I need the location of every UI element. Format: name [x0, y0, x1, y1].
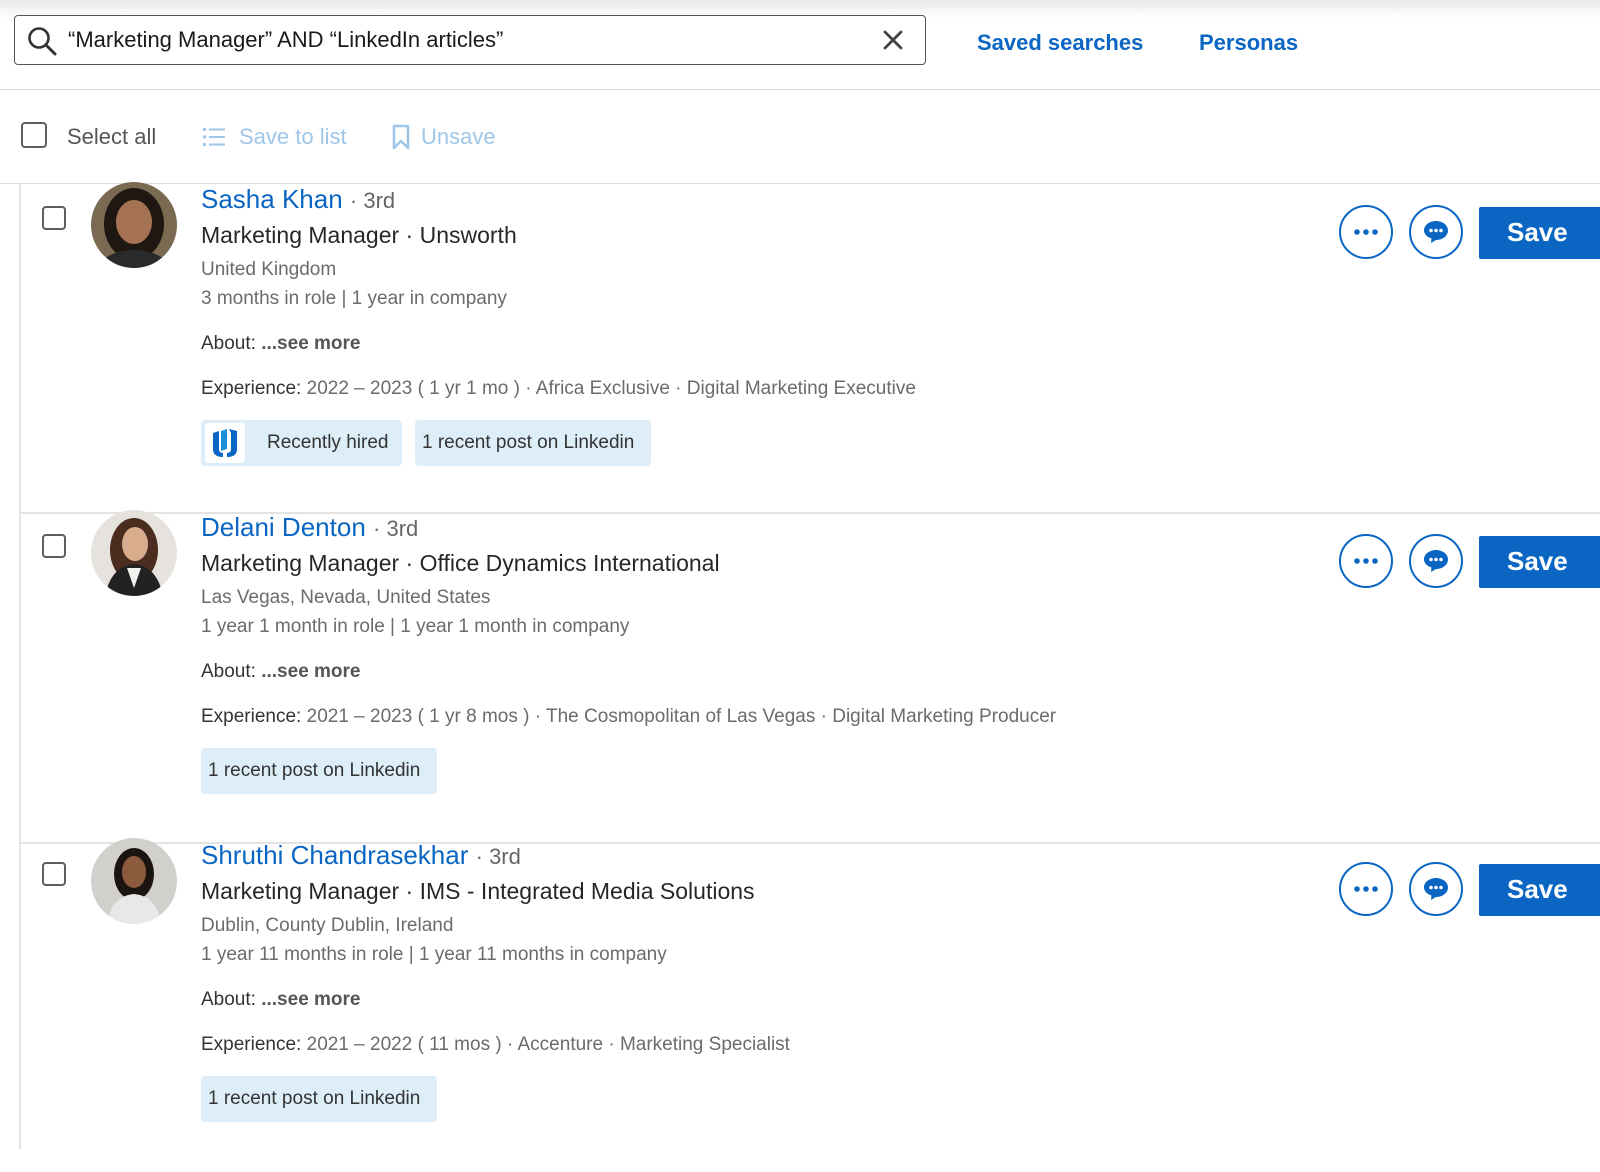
- connection-degree: · 3rd: [475, 844, 521, 869]
- message-button[interactable]: [1409, 205, 1463, 259]
- profile-name[interactable]: Shruthi Chandrasekhar · 3rd: [201, 840, 521, 871]
- chip-label: 1 recent post on Linkedin: [208, 760, 421, 781]
- result-card: Delani Denton · 3rd Marketing Manager · …: [21, 510, 1600, 844]
- recent-post-chip[interactable]: 1 recent post on Linkedin: [201, 1076, 437, 1122]
- search-box[interactable]: [14, 15, 926, 65]
- profile-name-text[interactable]: Delani Denton: [201, 512, 366, 542]
- experience-label: Experience:: [201, 1034, 302, 1055]
- more-actions-button[interactable]: [1339, 534, 1393, 588]
- about-label: About:: [201, 333, 256, 354]
- recently-hired-chip[interactable]: Recently hired: [201, 420, 402, 466]
- message-button[interactable]: [1409, 862, 1463, 916]
- role: Marketing Manager: [201, 550, 400, 576]
- see-more-link[interactable]: ...see more: [261, 661, 360, 682]
- save-button[interactable]: Save: [1479, 864, 1600, 916]
- profile-title: Marketing Manager · Office Dynamics Inte…: [201, 550, 720, 577]
- recent-post-chip[interactable]: 1 recent post on Linkedin: [201, 748, 437, 794]
- message-icon: [1424, 221, 1448, 243]
- result-checkbox[interactable]: [42, 862, 66, 886]
- message-icon: [1424, 550, 1448, 572]
- profile-name[interactable]: Sasha Khan · 3rd: [201, 184, 395, 215]
- experience: Experience: 2021 – 2023 ( 1 yr 8 mos ) ·…: [201, 706, 1056, 728]
- more-actions-button[interactable]: [1339, 862, 1393, 916]
- experience-detail: 2022 – 2023 ( 1 yr 1 mo ) · Africa Exclu…: [306, 378, 916, 399]
- experience: Experience: 2022 – 2023 ( 1 yr 1 mo ) · …: [201, 378, 916, 400]
- more-actions-button[interactable]: [1339, 205, 1393, 259]
- connection-degree: · 3rd: [349, 188, 396, 213]
- more-icon: [1354, 558, 1378, 564]
- see-more-link[interactable]: ...see more: [261, 989, 360, 1010]
- experience-detail: 2021 – 2023 ( 1 yr 8 mos ) · The Cosmopo…: [306, 706, 1057, 727]
- profile-name[interactable]: Delani Denton · 3rd: [201, 512, 418, 543]
- more-icon: [1354, 886, 1378, 892]
- result-checkbox[interactable]: [42, 206, 66, 230]
- bulk-actions-toolbar: Select all Save to list Unsave: [0, 90, 1600, 184]
- avatar[interactable]: [91, 838, 177, 924]
- top-search-bar: Saved searches Personas: [0, 0, 1600, 90]
- tenure: 3 months in role | 1 year in company: [201, 288, 507, 309]
- result-card: Sasha Khan · 3rd Marketing Manager · Uns…: [21, 182, 1600, 514]
- about: About: ...see more: [201, 661, 361, 683]
- location: United Kingdom: [201, 259, 337, 280]
- connection-degree: · 3rd: [373, 516, 419, 541]
- saved-searches-link[interactable]: Saved searches: [977, 30, 1143, 56]
- tenure: 1 year 11 months in role | 1 year 11 mon…: [201, 944, 667, 965]
- save-to-list-button[interactable]: Save to list: [239, 124, 347, 150]
- chip-label: 1 recent post on Linkedin: [208, 1088, 421, 1109]
- avatar[interactable]: [91, 510, 177, 596]
- experience-label: Experience:: [201, 706, 302, 727]
- profile-name-text[interactable]: Shruthi Chandrasekhar: [201, 840, 468, 870]
- more-icon: [1354, 229, 1378, 235]
- location: Las Vegas, Nevada, United States: [201, 587, 491, 608]
- role: Marketing Manager: [201, 222, 400, 248]
- chip-label: 1 recent post on Linkedin: [422, 432, 635, 453]
- results-list: Sasha Khan · 3rd Marketing Manager · Uns…: [19, 182, 1600, 1149]
- message-button[interactable]: [1409, 534, 1463, 588]
- recent-post-chip[interactable]: 1 recent post on Linkedin: [415, 420, 651, 466]
- profile-title: Marketing Manager · IMS - Integrated Med…: [201, 878, 755, 905]
- company-link[interactable]: · Unsworth: [406, 222, 517, 248]
- about: About: ...see more: [201, 989, 361, 1011]
- see-more-link[interactable]: ...see more: [261, 333, 360, 354]
- tenure: 1 year 1 month in role | 1 year 1 month …: [201, 616, 630, 637]
- save-button[interactable]: Save: [1479, 536, 1600, 588]
- bookmark-icon: [392, 124, 410, 150]
- list-icon: [203, 128, 225, 146]
- search-icon: [28, 27, 57, 56]
- location: Dublin, County Dublin, Ireland: [201, 915, 454, 936]
- select-all-checkbox[interactable]: [21, 122, 47, 148]
- result-card: Shruthi Chandrasekhar · 3rd Marketing Ma…: [21, 838, 1600, 1172]
- company-logo-icon: [205, 423, 245, 463]
- profile-name-text[interactable]: Sasha Khan: [201, 184, 343, 214]
- experience-detail: 2021 – 2022 ( 11 mos ) · Accenture · Mar…: [306, 1034, 790, 1055]
- profile-title: Marketing Manager · Unsworth: [201, 222, 517, 249]
- about-label: About:: [201, 661, 256, 682]
- save-button[interactable]: Save: [1479, 207, 1600, 259]
- about: About: ...see more: [201, 333, 361, 355]
- company-link[interactable]: · Office Dynamics International: [406, 550, 720, 576]
- close-icon[interactable]: [881, 28, 905, 52]
- role: Marketing Manager: [201, 878, 400, 904]
- company-link[interactable]: · IMS - Integrated Media Solutions: [406, 878, 755, 904]
- personas-link[interactable]: Personas: [1199, 30, 1298, 56]
- select-all-label[interactable]: Select all: [67, 124, 156, 150]
- experience-label: Experience:: [201, 378, 302, 399]
- unsave-button[interactable]: Unsave: [421, 124, 496, 150]
- chip-label: Recently hired: [267, 432, 389, 453]
- about-label: About:: [201, 989, 256, 1010]
- search-input[interactable]: [68, 24, 848, 56]
- experience: Experience: 2021 – 2022 ( 11 mos ) · Acc…: [201, 1034, 790, 1056]
- avatar[interactable]: [91, 182, 177, 268]
- message-icon: [1424, 878, 1448, 900]
- result-checkbox[interactable]: [42, 534, 66, 558]
